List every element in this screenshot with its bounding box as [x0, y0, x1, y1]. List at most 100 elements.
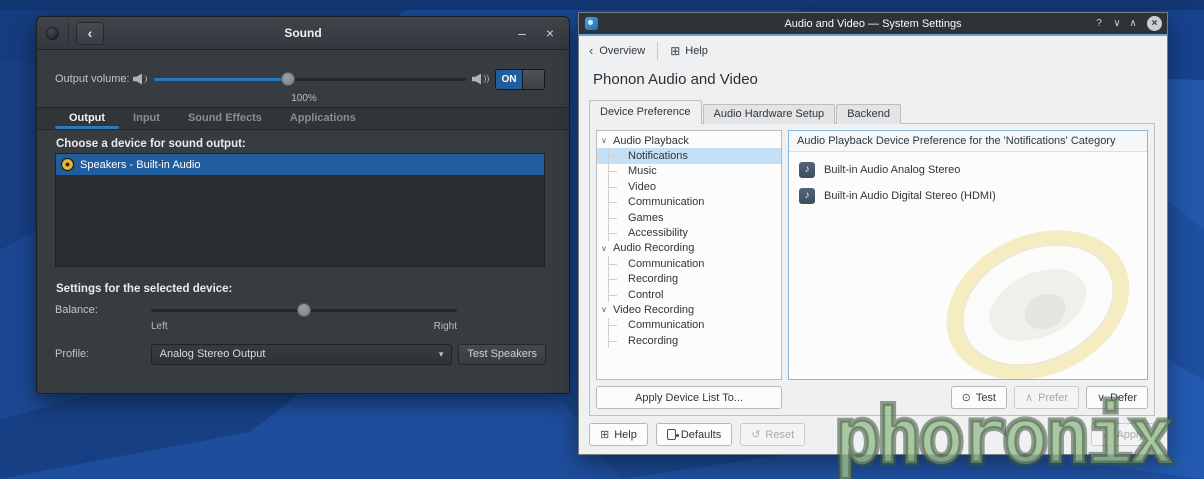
page-title: Phonon Audio and Video: [593, 71, 758, 88]
tab-output[interactable]: Output: [55, 108, 119, 129]
sound-window: ‹ Sound – × Output volume: ON 100% Outpu…: [36, 16, 570, 394]
device-item-analog[interactable]: ♪ Built-in Audio Analog Stereo: [799, 162, 1147, 178]
sound-headerbar: ‹ Sound – ×: [37, 17, 569, 50]
app-icon: [585, 17, 598, 30]
tree-item-vr-communication[interactable]: Communication: [597, 318, 781, 333]
volume-high-icon: [472, 73, 487, 86]
tab-device-preference[interactable]: Device Preference: [589, 100, 702, 124]
device-preference-panel: Audio Playback Device Preference for the…: [788, 130, 1148, 380]
tree-label: Recording: [628, 273, 678, 285]
system-settings-window: Audio and Video — System Settings ? ∨ ∧ …: [578, 12, 1168, 455]
device-settings-heading: Settings for the selected device:: [56, 283, 232, 295]
app-menu-button[interactable]: [46, 27, 59, 40]
volume-low-icon: [133, 73, 148, 86]
tree-label: Video: [628, 181, 656, 193]
kde-tabbar: Device Preference Audio Hardware Setup B…: [589, 100, 902, 124]
apply-device-list-label: Apply Device List To...: [635, 392, 743, 404]
help-label: Help: [614, 429, 637, 441]
tree-item-accessibility[interactable]: Accessibility: [597, 225, 781, 240]
output-volume-row: Output volume: ON: [55, 67, 545, 91]
tab-applications[interactable]: Applications: [276, 108, 370, 129]
profile-dropdown[interactable]: Analog Stereo Output ▾: [151, 344, 453, 365]
profile-value: Analog Stereo Output: [160, 348, 266, 360]
tab-input[interactable]: Input: [119, 108, 174, 129]
expander-icon[interactable]: ∨: [601, 133, 607, 148]
tree-item-ar-recording[interactable]: Recording: [597, 272, 781, 287]
help-button[interactable]: ⊞ Help: [589, 423, 648, 446]
tab-backend[interactable]: Backend: [836, 104, 901, 124]
test-speakers-button[interactable]: Test Speakers: [458, 344, 546, 365]
tree-item-video[interactable]: Video: [597, 179, 781, 194]
kde-toolbar: ‹ Overview ⊞ Help: [579, 38, 1167, 63]
tree-item-audio-playback[interactable]: ∨ Audio Playback: [597, 133, 781, 148]
volume-percent: 100%: [149, 93, 459, 104]
output-volume-slider[interactable]: [154, 72, 466, 86]
sound-tabbar: Output Input Sound Effects Applications: [37, 107, 569, 130]
toolbar-divider: [657, 42, 658, 60]
tree-label: Video Recording: [613, 304, 694, 316]
device-item-hdmi[interactable]: ♪ Built-in Audio Digital Stereo (HDMI): [799, 188, 1147, 204]
panel-header: Audio Playback Device Preference for the…: [789, 131, 1147, 152]
tree-item-music[interactable]: Music: [597, 164, 781, 179]
defaults-button[interactable]: Defaults: [656, 423, 732, 446]
device-item-label: Built-in Audio Analog Stereo: [824, 164, 960, 176]
output-volume-label: Output volume:: [55, 73, 133, 85]
device-row-speakers[interactable]: Speakers - Built-in Audio: [56, 154, 544, 175]
volume-on-toggle[interactable]: ON: [495, 69, 545, 90]
kde-window-title: Audio and Video — System Settings: [579, 18, 1167, 30]
titlebar-maximize-button[interactable]: ∧: [1125, 16, 1141, 31]
kde-help-icon: ⊞: [670, 44, 680, 58]
tree-label: Communication: [628, 258, 704, 270]
expander-icon[interactable]: ∨: [601, 302, 607, 317]
profile-label: Profile:: [55, 348, 133, 360]
tree-label: Audio Recording: [613, 242, 694, 254]
dropdown-arrow-icon: ▾: [439, 349, 444, 360]
category-tree: ∨ Audio Playback Notifications Music Vid…: [596, 130, 782, 380]
toolbar-help-button[interactable]: ⊞ Help: [670, 44, 708, 58]
tree-item-video-recording[interactable]: ∨ Video Recording: [597, 302, 781, 317]
expander-icon[interactable]: ∨: [601, 241, 607, 256]
tree-item-ar-control[interactable]: Control: [597, 287, 781, 302]
choose-device-heading: Choose a device for sound output:: [56, 138, 246, 150]
apply-device-list-button[interactable]: Apply Device List To...: [596, 386, 782, 409]
tree-label: Notifications: [628, 150, 688, 162]
tab-audio-hardware-setup[interactable]: Audio Hardware Setup: [703, 104, 836, 124]
reset-icon: ↺: [751, 428, 760, 441]
tree-label: Control: [628, 289, 663, 301]
reset-label: Reset: [765, 429, 794, 441]
tree-item-notifications[interactable]: Notifications: [597, 148, 781, 163]
music-note-icon: ♪: [799, 162, 815, 178]
output-device-list: Speakers - Built-in Audio: [55, 153, 545, 267]
balance-slider[interactable]: [151, 303, 457, 317]
minimize-button[interactable]: –: [511, 23, 533, 43]
tree-item-vr-recording[interactable]: Recording: [597, 333, 781, 348]
titlebar-help-button[interactable]: ?: [1091, 16, 1107, 31]
titlebar-minimize-button[interactable]: ∨: [1109, 16, 1125, 31]
close-button[interactable]: ×: [539, 23, 561, 43]
titlebar-close-button[interactable]: ×: [1147, 16, 1162, 31]
music-note-icon: ♪: [799, 188, 815, 204]
defaults-icon: [667, 429, 676, 440]
tree-item-communication[interactable]: Communication: [597, 195, 781, 210]
tree-item-ar-communication[interactable]: Communication: [597, 256, 781, 271]
speaker-watermark: [923, 202, 1148, 380]
toggle-on-label: ON: [496, 70, 522, 89]
headerbar-divider: [68, 22, 69, 44]
tab-sound-effects[interactable]: Sound Effects: [174, 108, 276, 129]
back-button[interactable]: ‹: [76, 22, 104, 45]
tree-label: Communication: [628, 196, 704, 208]
balance-label: Balance:: [55, 304, 133, 316]
phoronix-watermark: phoronix: [834, 392, 1170, 479]
tree-label: Communication: [628, 319, 704, 331]
desktop: ‹ Sound – × Output volume: ON 100% Outpu…: [0, 0, 1204, 479]
tree-item-games[interactable]: Games: [597, 210, 781, 225]
tree-label: Recording: [628, 335, 678, 347]
kde-help-icon: ⊞: [600, 428, 609, 441]
reset-button[interactable]: ↺ Reset: [740, 423, 805, 446]
device-item-label: Built-in Audio Digital Stereo (HDMI): [824, 190, 996, 202]
balance-endpoints: Left Right: [151, 321, 457, 332]
titlebar-accent-line: [579, 34, 1167, 36]
tab-content-frame: ∨ Audio Playback Notifications Music Vid…: [589, 123, 1155, 416]
tree-item-audio-recording[interactable]: ∨ Audio Recording: [597, 241, 781, 256]
overview-button[interactable]: ‹ Overview: [589, 43, 645, 58]
